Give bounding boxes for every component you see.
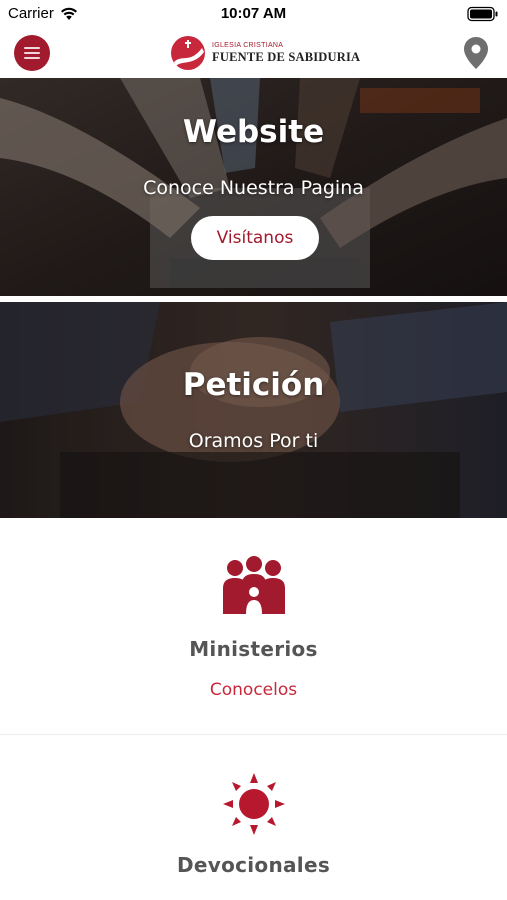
status-bar: Carrier 10:07 AM: [0, 0, 507, 28]
clock: 10:07 AM: [220, 5, 287, 22]
devocionales-title: Devocionales: [176, 853, 331, 877]
map-pin-icon[interactable]: [463, 36, 489, 70]
visit-button[interactable]: Visítanos: [191, 216, 319, 260]
sun-icon: [222, 773, 285, 835]
battery-icon: [467, 6, 498, 22]
peticion-title: Petición: [182, 367, 325, 403]
logo-title: FUENTE DE SABIDURIA: [212, 50, 361, 64]
ministerios-title: Ministerios: [189, 637, 318, 661]
hamburger-menu-icon: [24, 47, 40, 49]
website-card[interactable]: Website Conoce Nuestra Pagina Visítanos: [0, 78, 507, 296]
peticion-overlay: [0, 302, 507, 518]
website-subtitle: Conoce Nuestra Pagina: [143, 177, 364, 199]
people-group-icon: [222, 556, 285, 614]
menu-button[interactable]: [14, 35, 50, 71]
logo-subtitle: IGLESIA CRISTIANA: [212, 42, 284, 49]
hamburger-line: [24, 57, 40, 59]
peticion-subtitle: Oramos Por ti: [188, 430, 319, 452]
ministerios-section[interactable]: Ministerios Conocelos: [0, 518, 507, 734]
navigation-bar: IGLESIA CRISTIANA FUENTE DE SABIDURIA: [0, 28, 507, 78]
ministerios-link[interactable]: Conocelos: [0, 680, 507, 700]
website-title: Website: [182, 114, 325, 150]
hamburger-line: [24, 52, 40, 54]
devocionales-section[interactable]: Devocionales: [0, 735, 507, 900]
church-emblem-icon: [171, 36, 205, 70]
peticion-card[interactable]: Petición Oramos Por ti: [0, 302, 507, 518]
church-logo: IGLESIA CRISTIANA FUENTE DE SABIDURIA: [168, 33, 360, 73]
